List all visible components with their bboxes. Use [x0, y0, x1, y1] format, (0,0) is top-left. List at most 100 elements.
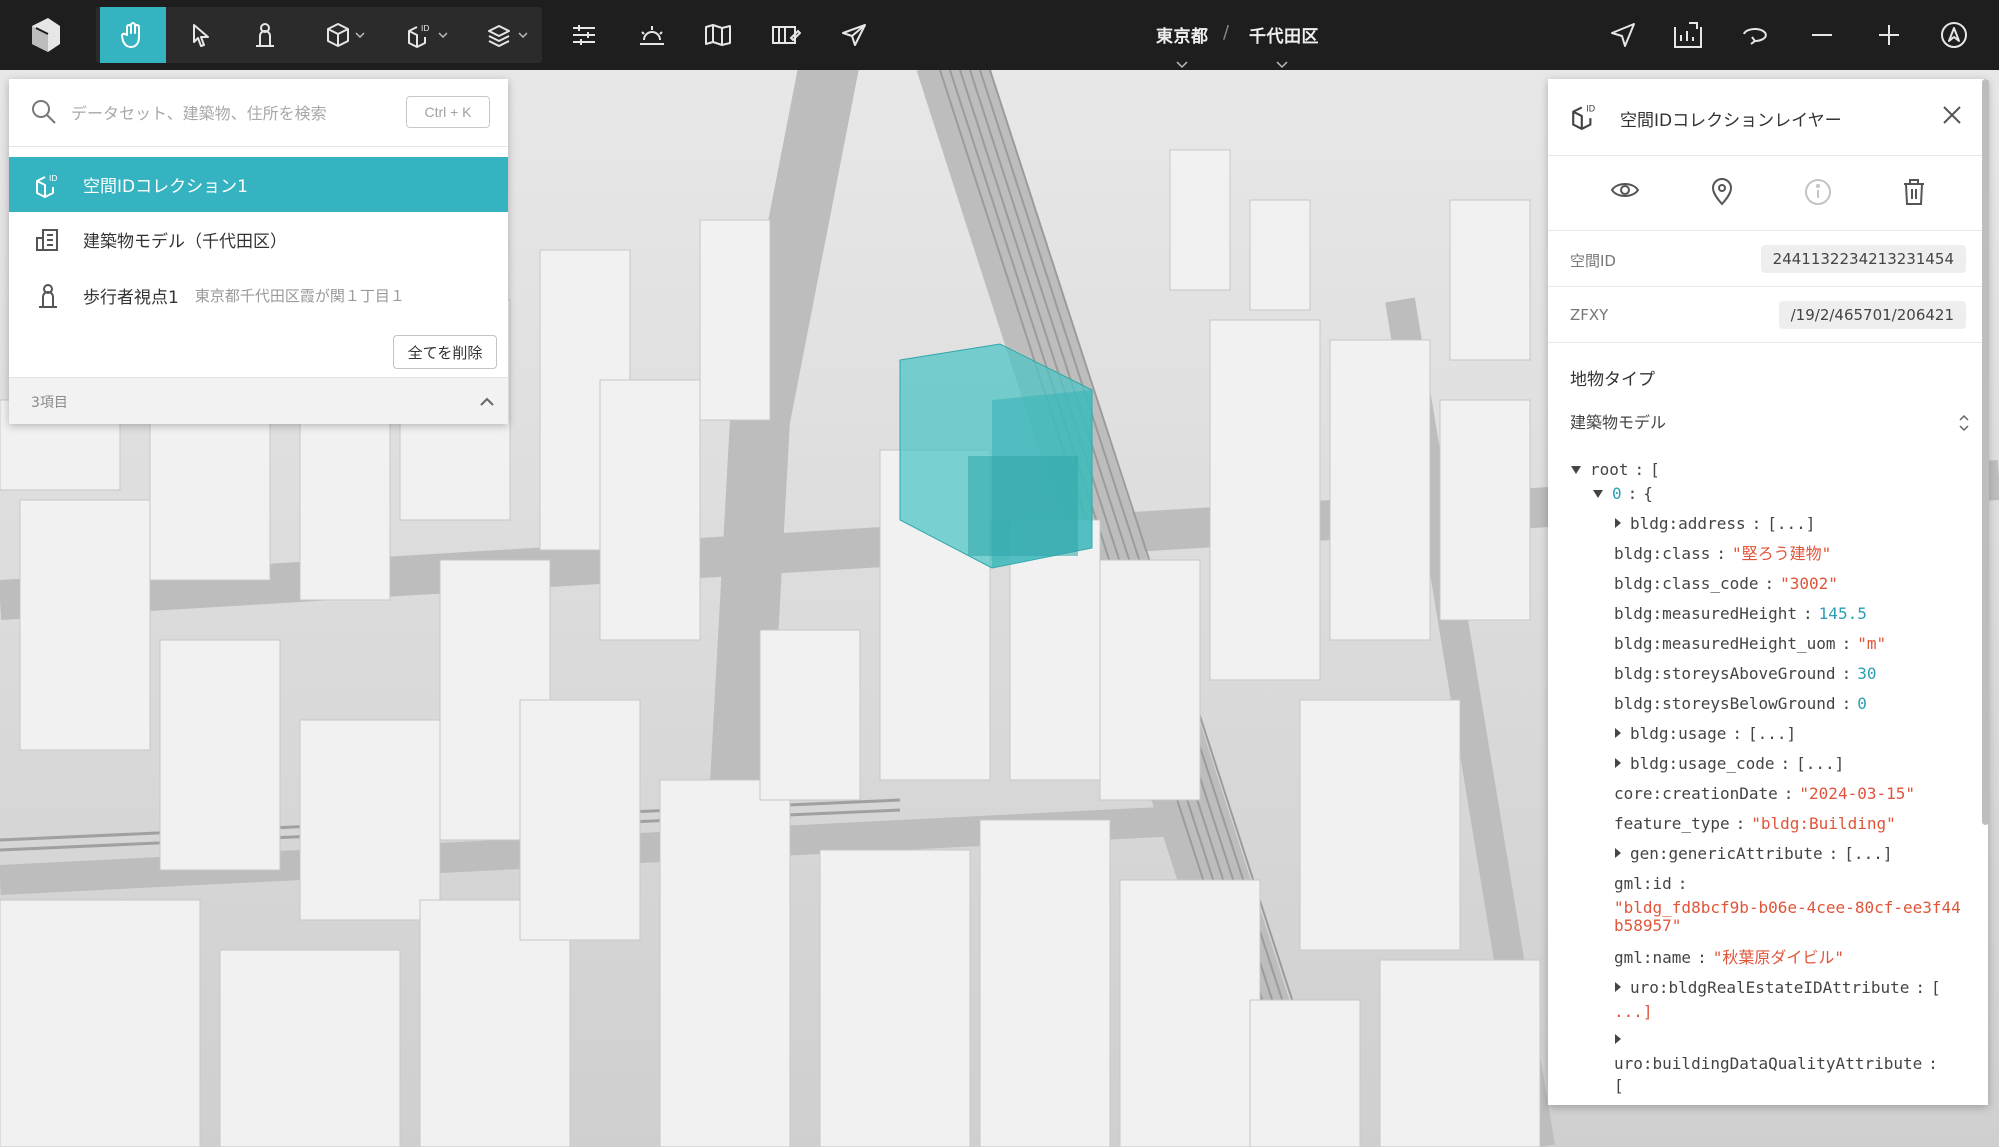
- json-entry-row: bldg:storeysBelowGround:0: [1614, 694, 1867, 713]
- inspector-title: 空間IDコレクションレイヤー: [1620, 111, 1842, 131]
- json-entry-row: feature_type: "bldg:Building": [1614, 814, 1896, 833]
- sliders-icon: [571, 24, 597, 46]
- chevron-down-icon[interactable]: [1276, 54, 1288, 73]
- chevron-up-icon[interactable]: [479, 392, 495, 411]
- sun-tool-button[interactable]: [624, 7, 680, 63]
- list-item-label: 歩行者視点1: [83, 288, 179, 308]
- story-tool-button[interactable]: [758, 7, 814, 63]
- compass-icon: [1940, 21, 1968, 49]
- spatial-id-icon: ID: [33, 171, 63, 199]
- chevron-down-icon: [518, 32, 528, 38]
- compass-button[interactable]: [1926, 7, 1982, 63]
- json-entry-value-line: b58957": [1614, 916, 1682, 935]
- export-button[interactable]: [1660, 7, 1716, 63]
- inspector-actions: [1548, 155, 1988, 231]
- cursor-icon: [190, 23, 212, 47]
- panel-footer: 3項目: [9, 377, 508, 424]
- search-bar: Ctrl + K: [9, 79, 508, 147]
- triangle-down-icon: [1592, 479, 1604, 509]
- chevron-down-icon[interactable]: [1176, 54, 1188, 73]
- chevron-up-down-icon: [1958, 413, 1970, 437]
- sunrise-icon: [638, 24, 666, 46]
- json-entry-row: bldg:measuredHeight_uom: "m": [1614, 634, 1887, 653]
- undo-button[interactable]: [1727, 7, 1783, 63]
- json-entry-value-line: [: [1614, 1076, 1624, 1095]
- inspector-header: ID 空間IDコレクションレイヤー: [1548, 79, 1988, 155]
- svg-text:ID: ID: [421, 24, 430, 33]
- layers-tool-button[interactable]: [474, 7, 540, 63]
- json-entry-row[interactable]: bldg:usage_code: [...]: [1614, 749, 1844, 779]
- breadcrumb-prefecture[interactable]: 東京都: [1156, 22, 1209, 47]
- close-icon[interactable]: [1940, 103, 1964, 131]
- json-entry-row: bldg:class_code: "3002": [1614, 574, 1838, 593]
- item-count: 3項目: [31, 395, 68, 411]
- json-index-row[interactable]: 0:{: [1592, 479, 1653, 509]
- location-pin-icon[interactable]: [1710, 178, 1734, 210]
- layers-icon: [486, 22, 514, 48]
- triangle-right-icon: [1614, 749, 1622, 779]
- list-item-address: 東京都千代田区霞が関１丁目１: [194, 287, 405, 305]
- navigation-arrow-icon: [1610, 22, 1636, 48]
- spatial-id-tool-button[interactable]: ID: [394, 7, 460, 63]
- inspector-scrollbar[interactable]: [1982, 79, 1989, 825]
- list-item-label: 空間IDコレクション1: [83, 177, 248, 197]
- export-chart-icon: [1673, 21, 1703, 49]
- eye-icon[interactable]: [1610, 178, 1640, 206]
- prop-value: 2441132234213231454: [1760, 245, 1966, 273]
- prop-value: /19/2/465701/206421: [1778, 301, 1966, 329]
- pedestrian-icon: [253, 22, 277, 48]
- top-toolbar: ID 東京都 / 千代田区: [0, 0, 1999, 70]
- feature-type-label: 地物タイプ: [1570, 370, 1655, 390]
- triangle-down-icon: [1570, 455, 1582, 485]
- zoom-out-button[interactable]: [1794, 7, 1850, 63]
- breadcrumb-separator: /: [1223, 22, 1230, 43]
- pedestrian-tool-button[interactable]: [234, 7, 296, 63]
- box-tool-button[interactable]: [312, 7, 378, 63]
- zoom-in-button[interactable]: [1861, 7, 1917, 63]
- hand-tool-button[interactable]: [100, 7, 166, 63]
- prop-label: 空間ID: [1570, 252, 1616, 270]
- send-icon: [841, 23, 867, 47]
- minus-icon: [1811, 33, 1833, 37]
- select-tool-button[interactable]: [170, 7, 232, 63]
- rotate-icon: [1740, 24, 1770, 46]
- triangle-right-icon: [1614, 839, 1622, 869]
- plus-icon: [1878, 24, 1900, 46]
- shortcut-hint: Ctrl + K: [406, 96, 490, 128]
- inspector-panel: ID 空間IDコレクションレイヤー 空間ID 24411322342132314…: [1548, 79, 1988, 1105]
- json-entry-row[interactable]: uro:bldgRealEstateIDAttribute:[: [1614, 973, 1941, 1003]
- list-item-pedestrian-view[interactable]: 歩行者視点1 東京都千代田区霞が関１丁目１: [9, 268, 508, 323]
- settings-tool-button[interactable]: [556, 7, 612, 63]
- breadcrumb-ward[interactable]: 千代田区: [1249, 22, 1319, 47]
- list-item-spatial-id-collection[interactable]: ID 空間IDコレクション1: [9, 157, 508, 212]
- json-entry-row: gml:name: "秋葉原ダイビル": [1614, 948, 1844, 967]
- map-tool-button[interactable]: [690, 7, 746, 63]
- json-entry-row: bldg:storeysAboveGround:30: [1614, 664, 1877, 683]
- chevron-down-icon: [438, 32, 448, 38]
- list-item-label: 建築物モデル（千代田区）: [83, 232, 287, 252]
- json-entry-row: bldg:measuredHeight:145.5: [1614, 604, 1867, 623]
- share-tool-button[interactable]: [826, 7, 882, 63]
- story-icon: [771, 24, 801, 46]
- json-entry-row[interactable]: bldg:address: [...]: [1614, 509, 1815, 539]
- clear-all-button[interactable]: 全てを削除: [393, 335, 497, 369]
- prop-row-zfxy: ZFXY /19/2/465701/206421: [1548, 287, 1988, 343]
- prop-label: ZFXY: [1570, 306, 1609, 324]
- pedestrian-icon: [33, 283, 63, 309]
- navigate-button[interactable]: [1595, 7, 1651, 63]
- chevron-down-icon: [355, 32, 365, 38]
- feature-type-select[interactable]: 建築物モデル: [1570, 405, 1970, 441]
- info-icon[interactable]: [1804, 178, 1832, 210]
- trash-icon[interactable]: [1902, 178, 1926, 210]
- search-panel: Ctrl + K ID 空間IDコレクション1 建築物モデル（千代田区） 歩行者…: [9, 79, 508, 424]
- json-entry-row: uro:buildingDataQualityAttribute:: [1614, 1054, 1938, 1073]
- spatial-id-icon: ID: [1570, 101, 1600, 135]
- map-icon: [704, 23, 732, 47]
- search-icon: [31, 99, 57, 129]
- list-item-building-model[interactable]: 建築物モデル（千代田区）: [9, 212, 508, 267]
- json-entry-row: core:creationDate: "2024-03-15": [1614, 784, 1915, 803]
- json-entry-row[interactable]: gen:genericAttribute: [...]: [1614, 839, 1892, 869]
- app-logo-icon[interactable]: [26, 14, 66, 56]
- json-entry-row[interactable]: bldg:usage: [...]: [1614, 719, 1796, 749]
- search-input[interactable]: [71, 97, 401, 129]
